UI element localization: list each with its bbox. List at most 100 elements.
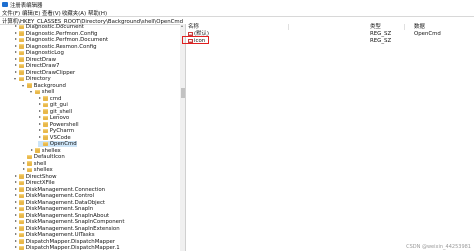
header-divider[interactable] (288, 24, 289, 30)
expand-arrow-icon[interactable] (14, 31, 18, 37)
folder-icon (42, 135, 49, 140)
tree-node[interactable]: PyCharm (38, 128, 74, 134)
tree-node[interactable]: Diagnostic.Document (14, 24, 84, 30)
tree-node-label: DiskManagement.DataObject (25, 199, 106, 206)
scrollbar-thumb[interactable] (180, 88, 185, 98)
folder-icon (42, 109, 49, 114)
tree-node[interactable]: DiskManagement.UITasks (14, 232, 95, 238)
tree-node[interactable]: shellex (22, 167, 53, 173)
tree-node[interactable]: DispatchMapper.DispatchMapper.1 (14, 245, 120, 251)
tree-node[interactable]: DiskManagement.SnapInComponent (14, 219, 124, 225)
expand-arrow-icon[interactable] (14, 70, 18, 76)
tree-node[interactable]: Directory (14, 76, 51, 82)
column-header-type[interactable]: 类型 (370, 24, 381, 30)
expand-arrow-icon (38, 141, 42, 147)
tree-node[interactable]: Lenovo (38, 115, 69, 121)
expand-arrow-icon[interactable] (14, 213, 18, 219)
expand-arrow-icon[interactable] (14, 24, 18, 30)
expand-arrow-icon[interactable] (38, 115, 42, 121)
tree-node[interactable]: DefaultIcon (22, 154, 65, 160)
tree-node-label: DirectXFile (25, 180, 55, 186)
tree-node[interactable]: Diagnostic.Perfmon.Config (14, 31, 97, 37)
expand-arrow-icon[interactable] (14, 63, 18, 69)
tree-node[interactable]: DispatchMapper.DispatchMapper (14, 239, 115, 245)
tree-node[interactable]: git_gui (38, 102, 68, 108)
expand-arrow-icon[interactable] (14, 193, 18, 199)
expand-arrow-icon[interactable] (38, 128, 42, 134)
expand-arrow-icon[interactable] (14, 239, 18, 245)
tree-node[interactable]: shellex (30, 148, 61, 154)
tree-node-label: VSCode (49, 134, 71, 141)
tree-node-label: Powershell (49, 121, 79, 128)
tree-node[interactable]: VSCode (38, 135, 71, 141)
expand-arrow-icon[interactable] (38, 135, 42, 141)
expand-arrow-icon[interactable] (22, 167, 26, 173)
expand-arrow-icon[interactable] (14, 200, 18, 206)
tree-node[interactable]: shell (22, 161, 46, 167)
expand-arrow-icon[interactable] (14, 180, 18, 186)
folder-icon (18, 37, 25, 43)
expand-arrow-icon[interactable] (38, 96, 42, 102)
tree-node[interactable]: git_shell (38, 109, 72, 115)
tree-node[interactable]: Diagnostic.Resmon.Config (14, 44, 97, 50)
expand-arrow-icon[interactable] (14, 50, 18, 56)
collapse-arrow-icon[interactable] (22, 83, 26, 89)
expand-arrow-icon[interactable] (14, 232, 18, 238)
tree-node[interactable]: DiskManagement.Connection (14, 187, 105, 193)
folder-icon (18, 226, 25, 231)
tree-node-label: shellex (33, 167, 53, 173)
tree-node[interactable]: shell (30, 89, 54, 95)
expand-arrow-icon[interactable] (14, 219, 18, 225)
tree-node[interactable]: DirectDraw7 (14, 63, 59, 69)
folder-icon (42, 128, 49, 134)
folder-icon (42, 96, 49, 101)
expand-arrow-icon[interactable] (30, 148, 34, 154)
expand-arrow-icon[interactable] (14, 44, 18, 50)
tree-node[interactable]: Diagnostic.Perfmon.Document (14, 37, 108, 43)
tree-node[interactable]: DirectDraw (14, 57, 56, 63)
tree-node-label: DirectDraw7 (25, 63, 60, 69)
tree-node[interactable]: DirectXFile (14, 180, 55, 186)
value-row[interactable]: ab(默认) REG_SZ OpenCmd (186, 31, 474, 37)
value-row[interactable]: abicon REG_SZ (186, 38, 474, 44)
value-type: REG_SZ (370, 31, 392, 37)
column-header-data[interactable]: 数据 (414, 24, 425, 30)
tree-node[interactable]: DiskManagement.SnapIn (14, 206, 93, 212)
expand-arrow-icon[interactable] (14, 226, 18, 232)
column-header-name[interactable]: 名称 (188, 24, 199, 30)
collapse-arrow-icon[interactable] (30, 89, 34, 95)
expand-arrow-icon[interactable] (14, 174, 18, 180)
tree-node-label: shellex (41, 147, 61, 154)
expand-arrow-icon[interactable] (14, 187, 18, 193)
values-list[interactable]: 名称 类型 数据 ab(默认) REG_SZ OpenCmd abicon RE… (186, 24, 474, 251)
header-divider[interactable] (404, 24, 405, 30)
tree-node[interactable]: Powershell (38, 122, 79, 128)
registry-tree[interactable]: Diagnostic.Document Diagnostic.Perfmon.Co… (0, 24, 186, 251)
tree-node[interactable]: DiskManagement.Control (14, 193, 94, 199)
tree-node[interactable]: DiskManagement.SnapInAbout (14, 213, 109, 219)
expand-arrow-icon[interactable] (14, 245, 18, 251)
expand-arrow-icon[interactable] (38, 109, 42, 115)
tree-node-label: Lenovo (49, 115, 70, 121)
tree-node[interactable]: DiskManagement.SnapInExtension (14, 226, 120, 232)
tree-node[interactable]: OpenCmd (38, 141, 77, 147)
tree-node[interactable]: DirectShow (14, 174, 56, 180)
regedit-app-icon (2, 1, 8, 7)
folder-icon (18, 70, 25, 75)
tree-node[interactable]: cmd (38, 96, 61, 102)
tree-node[interactable]: DirectDrawClipper (14, 70, 75, 76)
expand-arrow-icon[interactable] (38, 122, 42, 128)
expand-arrow-icon[interactable] (38, 102, 42, 108)
scroll-up-icon[interactable] (181, 25, 183, 27)
tree-node[interactable]: DiagnosticLog (14, 50, 64, 56)
expand-arrow-icon[interactable] (14, 206, 18, 212)
tree-node[interactable]: Background (22, 83, 66, 89)
expand-arrow-icon[interactable] (14, 57, 18, 63)
expand-arrow-icon[interactable] (14, 37, 18, 43)
expand-arrow-icon[interactable] (22, 161, 26, 167)
tree-node-label: PyCharm (49, 128, 75, 134)
collapse-arrow-icon[interactable] (14, 76, 18, 82)
folder-icon (26, 161, 33, 166)
tree-node-label: Diagnostic.Resmon.Config (25, 43, 97, 50)
tree-node[interactable]: DiskManagement.DataObject (14, 200, 105, 206)
